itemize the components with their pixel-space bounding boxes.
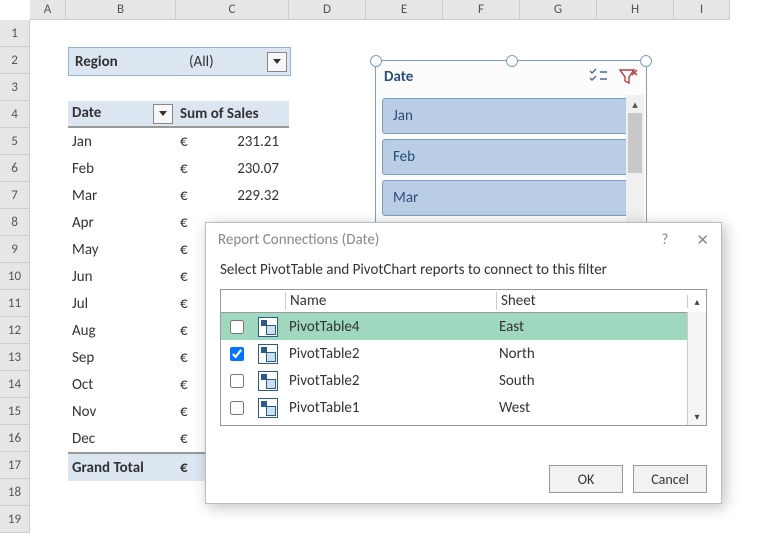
pivottable-icon xyxy=(258,398,278,418)
month-cell[interactable]: Feb xyxy=(68,160,176,178)
month-cell[interactable]: Mar xyxy=(68,187,176,205)
row-headers: 12345678910111213141516171819 xyxy=(0,20,30,533)
month-cell[interactable]: Nov xyxy=(68,403,176,421)
dropdown-icon[interactable] xyxy=(153,104,173,124)
connection-name: PivotTable2 xyxy=(285,372,495,390)
connection-row[interactable]: PivotTable1West xyxy=(221,394,706,421)
month-cell[interactable]: Dec xyxy=(68,430,176,448)
pivot-header-date[interactable]: Date xyxy=(68,101,176,128)
month-cell[interactable]: Aug xyxy=(68,322,176,340)
scroll-up-icon[interactable]: ▴ xyxy=(687,295,706,308)
connection-row[interactable]: PivotTable2South xyxy=(221,367,706,394)
connection-checkbox[interactable] xyxy=(230,401,244,415)
pivot-filter-value: (All) xyxy=(183,53,267,71)
close-button[interactable]: ✕ xyxy=(696,231,709,250)
pivottable-icon xyxy=(258,371,278,391)
month-cell[interactable]: Apr xyxy=(68,214,176,232)
connection-row[interactable]: PivotTable2North xyxy=(221,340,706,367)
connection-row[interactable]: PivotTable4East xyxy=(221,313,706,340)
clear-filter-icon[interactable] xyxy=(618,68,638,86)
month-cell[interactable]: Jul xyxy=(68,295,176,313)
month-cell[interactable]: Jan xyxy=(68,133,176,151)
scroll-up-icon[interactable]: ▴ xyxy=(626,95,644,113)
value-cell[interactable]: 229.32 xyxy=(216,187,289,205)
value-cell[interactable]: 230.07 xyxy=(216,160,289,178)
pivot-filter-region[interactable]: Region (All) xyxy=(68,47,291,76)
report-connections-dialog: Report Connections (Date) ? ✕ Select Piv… xyxy=(205,222,722,504)
pivot-header-sum: Sum of Sales xyxy=(176,101,289,128)
slicer-title: Date xyxy=(384,68,413,86)
value-cell[interactable]: 231.21 xyxy=(216,133,289,151)
pivot-filter-label: Region xyxy=(69,53,183,71)
connection-sheet: South xyxy=(495,372,706,390)
connection-checkbox[interactable] xyxy=(230,320,244,334)
column-headers: ABCDEFGHI xyxy=(30,0,730,20)
dialog-list: Name Sheet ▴ PivotTable4EastPivotTable2N… xyxy=(220,289,707,426)
ok-button[interactable]: OK xyxy=(549,465,623,493)
scroll-down-icon[interactable]: ▾ xyxy=(688,407,706,425)
month-cell[interactable]: Sep xyxy=(68,349,176,367)
slicer-item[interactable]: Mar xyxy=(382,180,640,216)
multi-select-icon[interactable] xyxy=(588,68,608,86)
slicer-item[interactable]: Jan xyxy=(382,98,640,134)
connection-name: PivotTable1 xyxy=(285,399,495,417)
connection-sheet: East xyxy=(495,318,706,336)
connection-checkbox[interactable] xyxy=(230,374,244,388)
dialog-scrollbar[interactable]: ▾ xyxy=(687,312,706,425)
dropdown-icon[interactable] xyxy=(267,52,287,72)
dialog-title: Report Connections (Date) xyxy=(218,231,379,249)
col-header-name[interactable]: Name xyxy=(285,292,496,310)
help-button[interactable]: ? xyxy=(661,231,668,250)
currency-cell[interactable]: € xyxy=(176,187,216,205)
scroll-thumb[interactable] xyxy=(628,113,642,173)
pivot-row[interactable]: Feb€230.07 xyxy=(68,155,289,182)
month-cell[interactable]: Oct xyxy=(68,376,176,394)
pivot-row[interactable]: Mar€229.32 xyxy=(68,182,289,209)
resize-handle-icon[interactable] xyxy=(370,55,382,67)
pivottable-icon xyxy=(258,317,278,337)
pivot-row[interactable]: Jan€231.21 xyxy=(68,128,289,155)
connection-name: PivotTable4 xyxy=(285,318,495,336)
col-header-sheet[interactable]: Sheet xyxy=(496,292,687,310)
currency-cell[interactable]: € xyxy=(176,160,216,178)
resize-handle-icon[interactable] xyxy=(506,55,518,67)
currency-cell[interactable]: € xyxy=(176,133,216,151)
connection-checkbox[interactable] xyxy=(230,347,244,361)
dialog-instruction: Select PivotTable and PivotChart reports… xyxy=(206,257,721,289)
connection-sheet: North xyxy=(495,345,706,363)
month-cell[interactable]: May xyxy=(68,241,176,259)
month-cell[interactable]: Jun xyxy=(68,268,176,286)
resize-handle-icon[interactable] xyxy=(640,55,652,67)
slicer-item[interactable]: Feb xyxy=(382,139,640,175)
pivottable-icon xyxy=(258,344,278,364)
cancel-button[interactable]: Cancel xyxy=(633,465,707,493)
connection-sheet: West xyxy=(495,399,706,417)
connection-name: PivotTable2 xyxy=(285,345,495,363)
